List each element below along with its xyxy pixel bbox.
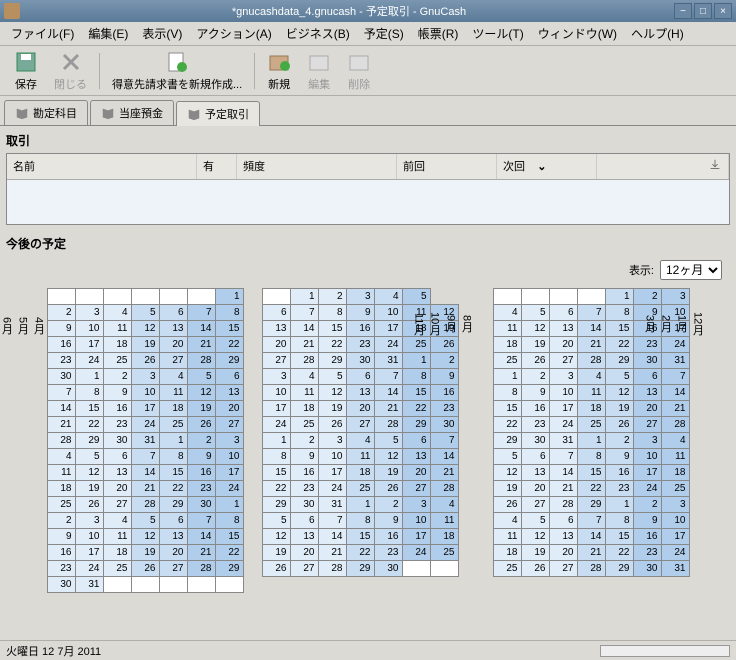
newbill-button[interactable]: 得意先請求書を新規作成... — [104, 48, 250, 94]
app-icon — [4, 3, 20, 19]
calendar-area: 4月5月6月7月 1234567891011121314151617181920… — [6, 284, 730, 597]
window-title: *gnucashdata_4.gnucash - 予定取引 - GnuCash — [26, 3, 672, 19]
download-icon — [708, 158, 722, 172]
view-label: 表示: — [629, 262, 654, 278]
upcoming-header: 今後の予定 — [6, 233, 730, 256]
menubar: ファイル(F) 編集(E) 表示(V) アクション(A) ビジネス(B) 予定(… — [0, 22, 736, 46]
menu-window[interactable]: ウィンドウ(W) — [531, 22, 624, 45]
col-last[interactable]: 前回 — [397, 154, 497, 179]
new-icon — [267, 50, 291, 74]
delete-button: 削除 — [339, 48, 379, 94]
menu-report[interactable]: 帳票(R) — [411, 22, 466, 45]
progress-bar — [600, 645, 730, 657]
save-icon — [14, 50, 38, 74]
titlebar: *gnucashdata_4.gnucash - 予定取引 - GnuCash … — [0, 0, 736, 22]
col-extra[interactable] — [597, 154, 729, 179]
col-freq[interactable]: 頻度 — [237, 154, 397, 179]
toolbar: 保存 閉じる 得意先請求書を新規作成... 新規 編集 削除 — [0, 46, 736, 96]
month-labels-mid: 8月9月10月11月 — [459, 288, 475, 360]
separator — [254, 53, 255, 89]
transactions-grid: 名前 有 頻度 前回 次回 ⌄ — [6, 153, 730, 225]
edit-button: 編集 — [299, 48, 339, 94]
month-labels-right: 12月1月2月3月 — [690, 288, 706, 360]
tab-accounts[interactable]: 勘定科目 — [4, 100, 88, 125]
book-icon — [101, 106, 115, 120]
statusbar: 火曜日 12 7月 2011 — [0, 640, 736, 660]
menu-file[interactable]: ファイル(F) — [4, 22, 81, 45]
menu-tool[interactable]: ツール(T) — [465, 22, 530, 45]
menu-schedule[interactable]: 予定(S) — [357, 22, 411, 45]
save-button[interactable]: 保存 — [6, 48, 46, 94]
close-window-button[interactable]: × — [714, 3, 732, 19]
separator — [99, 53, 100, 89]
transactions-header: 取引 — [6, 130, 730, 153]
status-text: 火曜日 12 7月 2011 — [6, 643, 101, 659]
edit-icon — [307, 50, 331, 74]
grid-body[interactable] — [7, 180, 729, 224]
close-button[interactable]: 閉じる — [46, 48, 95, 94]
new-button[interactable]: 新規 — [259, 48, 299, 94]
col-next[interactable]: 次回 ⌄ — [497, 154, 597, 179]
book-icon — [187, 107, 201, 121]
calendar-left[interactable]: 1234567891011121314151617181920212223242… — [47, 288, 244, 593]
col-enabled[interactable]: 有 — [197, 154, 237, 179]
month-labels-left: 4月5月6月7月 — [31, 288, 47, 364]
menu-business[interactable]: ビジネス(B) — [279, 22, 357, 45]
col-name[interactable]: 名前 — [7, 154, 197, 179]
menu-help[interactable]: ヘルプ(H) — [624, 22, 691, 45]
tab-checking[interactable]: 当座預金 — [90, 100, 174, 125]
minimize-button[interactable]: − — [674, 3, 692, 19]
close-icon — [59, 50, 83, 74]
menu-edit[interactable]: 編集(E) — [81, 22, 135, 45]
maximize-button[interactable]: □ — [694, 3, 712, 19]
delete-icon — [347, 50, 371, 74]
newbill-icon — [165, 50, 189, 74]
menu-view[interactable]: 表示(V) — [135, 22, 189, 45]
menu-action[interactable]: アクション(A) — [189, 22, 278, 45]
tab-scheduled[interactable]: 予定取引 — [176, 101, 260, 126]
book-icon — [15, 106, 29, 120]
tabbar: 勘定科目 当座預金 予定取引 — [0, 96, 736, 126]
view-select[interactable]: 12ヶ月 — [660, 260, 722, 280]
